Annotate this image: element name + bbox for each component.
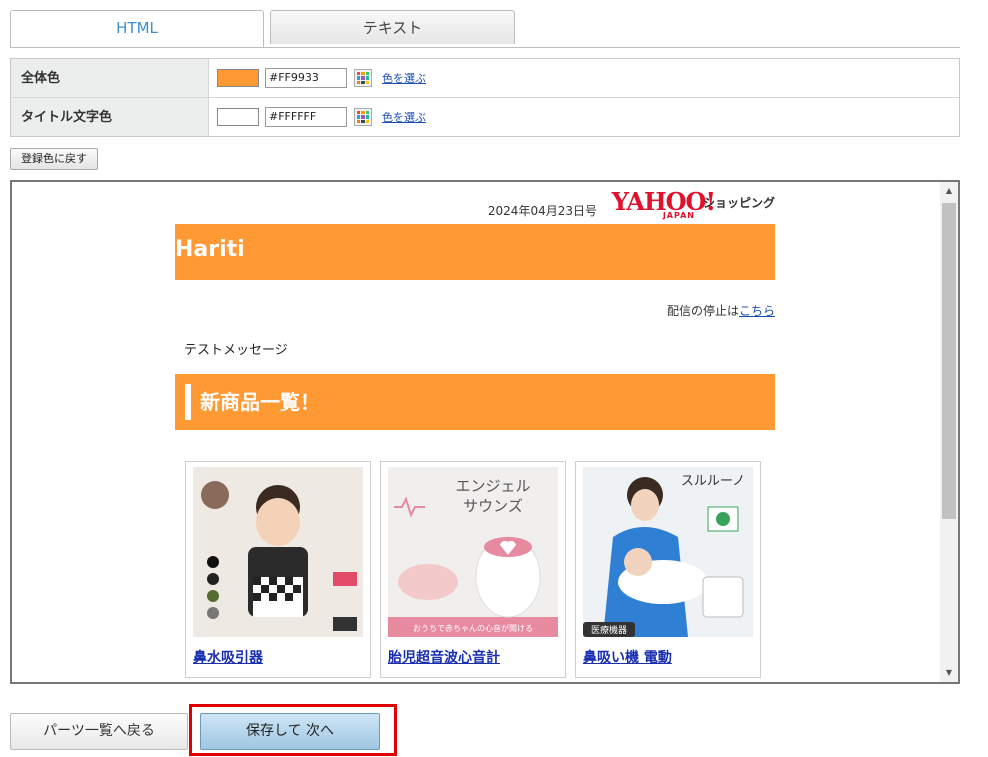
scroll-thumb[interactable]: [942, 203, 956, 519]
unsubscribe-prefix: 配信の停止は: [666, 304, 739, 318]
store-title: Hariti: [175, 237, 245, 262]
yahoo-japan-sublogo: JAPAN: [662, 211, 695, 220]
product-card[interactable]: スルルーノ 医療機器 鼻吸い機 電動: [575, 461, 761, 678]
title-text-color-swatch[interactable]: [217, 108, 259, 126]
test-message: テストメッセージ: [184, 343, 288, 358]
overall-color-row: 全体色 #FF9933 色を選ぶ: [11, 59, 959, 98]
store-title-band: Hariti: [175, 224, 775, 280]
color-palette-icon[interactable]: [354, 108, 372, 126]
email-preview-frame[interactable]: 2024年04月23日号 YAHOO! JAPAN ショッピング Hariti …: [10, 180, 960, 684]
back-to-parts-list-button[interactable]: パーツ一覧へ戻る: [10, 713, 188, 750]
tab-bar: HTML テキスト: [10, 10, 960, 48]
product-image[interactable]: スルルーノ 医療機器: [583, 467, 753, 637]
title-text-color-label: タイトル文字色: [11, 98, 209, 136]
section-accent-bar: [185, 384, 191, 420]
reset-color-button[interactable]: 登録色に戻す: [10, 148, 98, 170]
email-header-top: 2024年04月23日号 YAHOO! JAPAN ショッピング: [175, 182, 775, 224]
save-and-next-button[interactable]: 保存して 次へ: [200, 713, 380, 750]
product-card[interactable]: エンジェル サウンズ おうちで赤ちゃんの心音が聞ける 胎児超音波心音計: [380, 461, 566, 678]
product-image[interactable]: [193, 467, 363, 637]
overall-color-hex-input[interactable]: #FF9933: [265, 68, 347, 88]
product-card[interactable]: 鼻水吸引器: [185, 461, 371, 678]
tab-html[interactable]: HTML: [10, 10, 264, 47]
unsubscribe-link[interactable]: こちら: [739, 304, 775, 318]
title-text-color-hex-input[interactable]: #FFFFFF: [265, 107, 347, 127]
title-text-color-pick-link[interactable]: 色を選ぶ: [382, 109, 426, 125]
product-image-text-1: エンジェル: [455, 477, 530, 495]
scroll-down-arrow-icon[interactable]: ▼: [940, 664, 958, 682]
color-settings-table: 全体色 #FF9933 色を選ぶ タイトル文字色 #FFFFFF 色を選ぶ: [10, 58, 960, 137]
product-image-caption: おうちで赤ちゃんの心音が聞ける: [413, 623, 533, 633]
product-name-link[interactable]: 鼻水吸引器: [193, 647, 363, 667]
issue-date: 2024年04月23日号: [487, 204, 597, 218]
product-image-text-1: スルルーノ: [681, 474, 745, 489]
overall-color-label: 全体色: [11, 59, 209, 97]
overall-color-pick-link[interactable]: 色を選ぶ: [382, 70, 426, 86]
color-palette-icon[interactable]: [354, 69, 372, 87]
preview-scrollbar[interactable]: ▲ ▼: [940, 182, 958, 682]
new-products-band: 新商品一覧！: [175, 374, 775, 430]
tab-text[interactable]: テキスト: [270, 10, 515, 44]
overall-color-swatch[interactable]: [217, 69, 259, 87]
product-list: 鼻水吸引器 エンジェル サウンズ おうちで赤ちゃんの心音が聞ける 胎児超音波心音…: [175, 461, 775, 678]
email-content: 2024年04月23日号 YAHOO! JAPAN ショッピング Hariti …: [175, 182, 775, 678]
product-image-text-2: サウンズ: [463, 497, 523, 515]
unsubscribe-line: 配信の停止はこちら: [175, 302, 775, 319]
new-products-title: 新商品一覧！: [200, 390, 320, 414]
shopping-label: ショッピング: [702, 196, 775, 210]
scroll-up-arrow-icon[interactable]: ▲: [940, 182, 958, 200]
title-text-color-row: タイトル文字色 #FFFFFF 色を選ぶ: [11, 98, 959, 136]
product-name-link[interactable]: 胎児超音波心音計: [388, 647, 558, 667]
product-image-badge: 医療機器: [591, 624, 627, 636]
product-image[interactable]: エンジェル サウンズ おうちで赤ちゃんの心音が聞ける: [388, 467, 558, 637]
product-name-link[interactable]: 鼻吸い機 電動: [583, 647, 753, 667]
